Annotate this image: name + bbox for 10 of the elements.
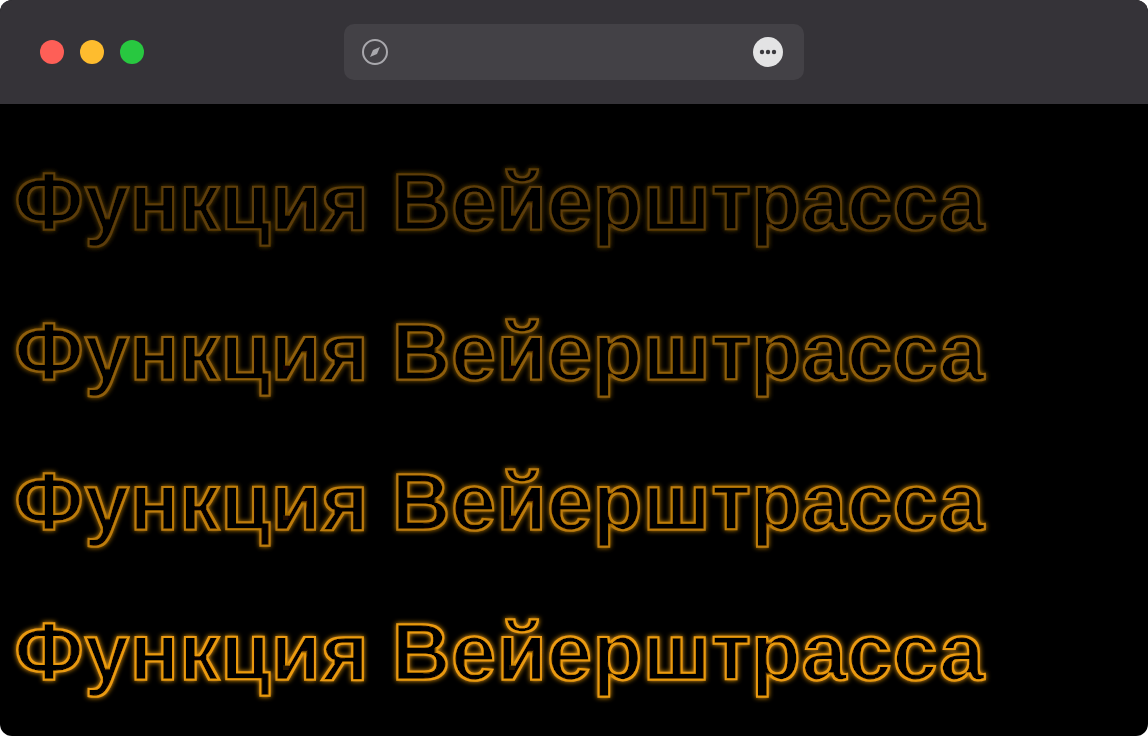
glowing-heading: Функция Вейерштрасса (14, 306, 985, 397)
glowing-heading: Функция Вейерштрасса (14, 456, 985, 547)
close-button[interactable] (40, 40, 64, 64)
glowing-heading: Функция Вейерштрасса (14, 156, 985, 247)
more-icon[interactable] (752, 36, 784, 68)
minimize-button[interactable] (80, 40, 104, 64)
zoom-button[interactable] (120, 40, 144, 64)
compass-icon (361, 38, 389, 66)
glowing-heading: Функция Вейерштрасса (14, 606, 985, 697)
address-field[interactable] (344, 24, 804, 80)
